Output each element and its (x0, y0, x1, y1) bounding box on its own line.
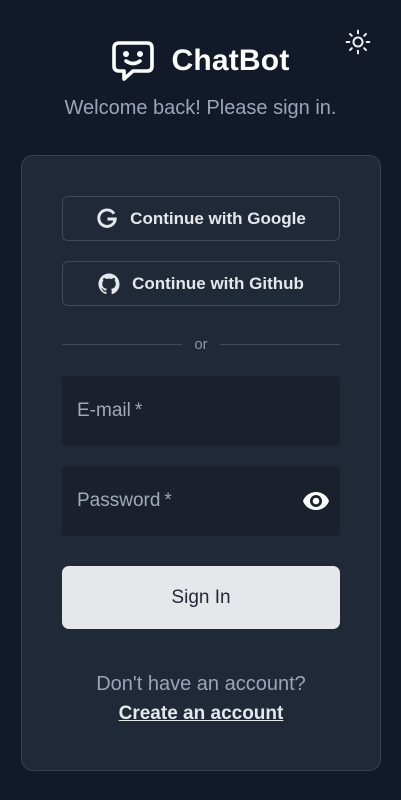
toggle-password-visibility-button[interactable] (302, 487, 330, 515)
chat-smile-icon (111, 40, 155, 82)
sign-in-button[interactable]: Sign In (62, 566, 340, 629)
divider-label: or (194, 335, 208, 353)
required-mark: * (164, 490, 172, 511)
divider-line (219, 343, 340, 345)
email-label: E-mail (77, 400, 131, 421)
password-field[interactable]: Password * (62, 466, 340, 536)
google-button-label: Continue with Google (130, 208, 306, 228)
create-account-link[interactable]: Create an account (22, 703, 380, 725)
github-button-label: Continue with Github (132, 273, 304, 293)
github-icon (98, 272, 120, 295)
github-sign-in-button[interactable]: Continue with Github (62, 261, 340, 306)
no-account-prompt: Don't have an account? (96, 673, 306, 695)
brand-title: ChatBot (171, 44, 290, 77)
google-sign-in-button[interactable]: Continue with Google (62, 196, 340, 241)
brand-header: ChatBot (0, 39, 401, 83)
page-subtitle: Welcome back! Please sign in. (64, 97, 337, 119)
sign-in-page: ChatBot Welcome back! Please sign in. Co… (0, 0, 401, 800)
google-icon (96, 208, 118, 230)
required-mark: * (134, 400, 143, 421)
password-label: Password (77, 490, 161, 511)
divider-line (62, 343, 183, 345)
sign-in-card: Continue with Google Continue with Githu… (21, 155, 381, 771)
or-divider: or (62, 334, 340, 354)
email-field[interactable]: E-mail * (62, 376, 340, 446)
eye-icon (303, 492, 329, 510)
